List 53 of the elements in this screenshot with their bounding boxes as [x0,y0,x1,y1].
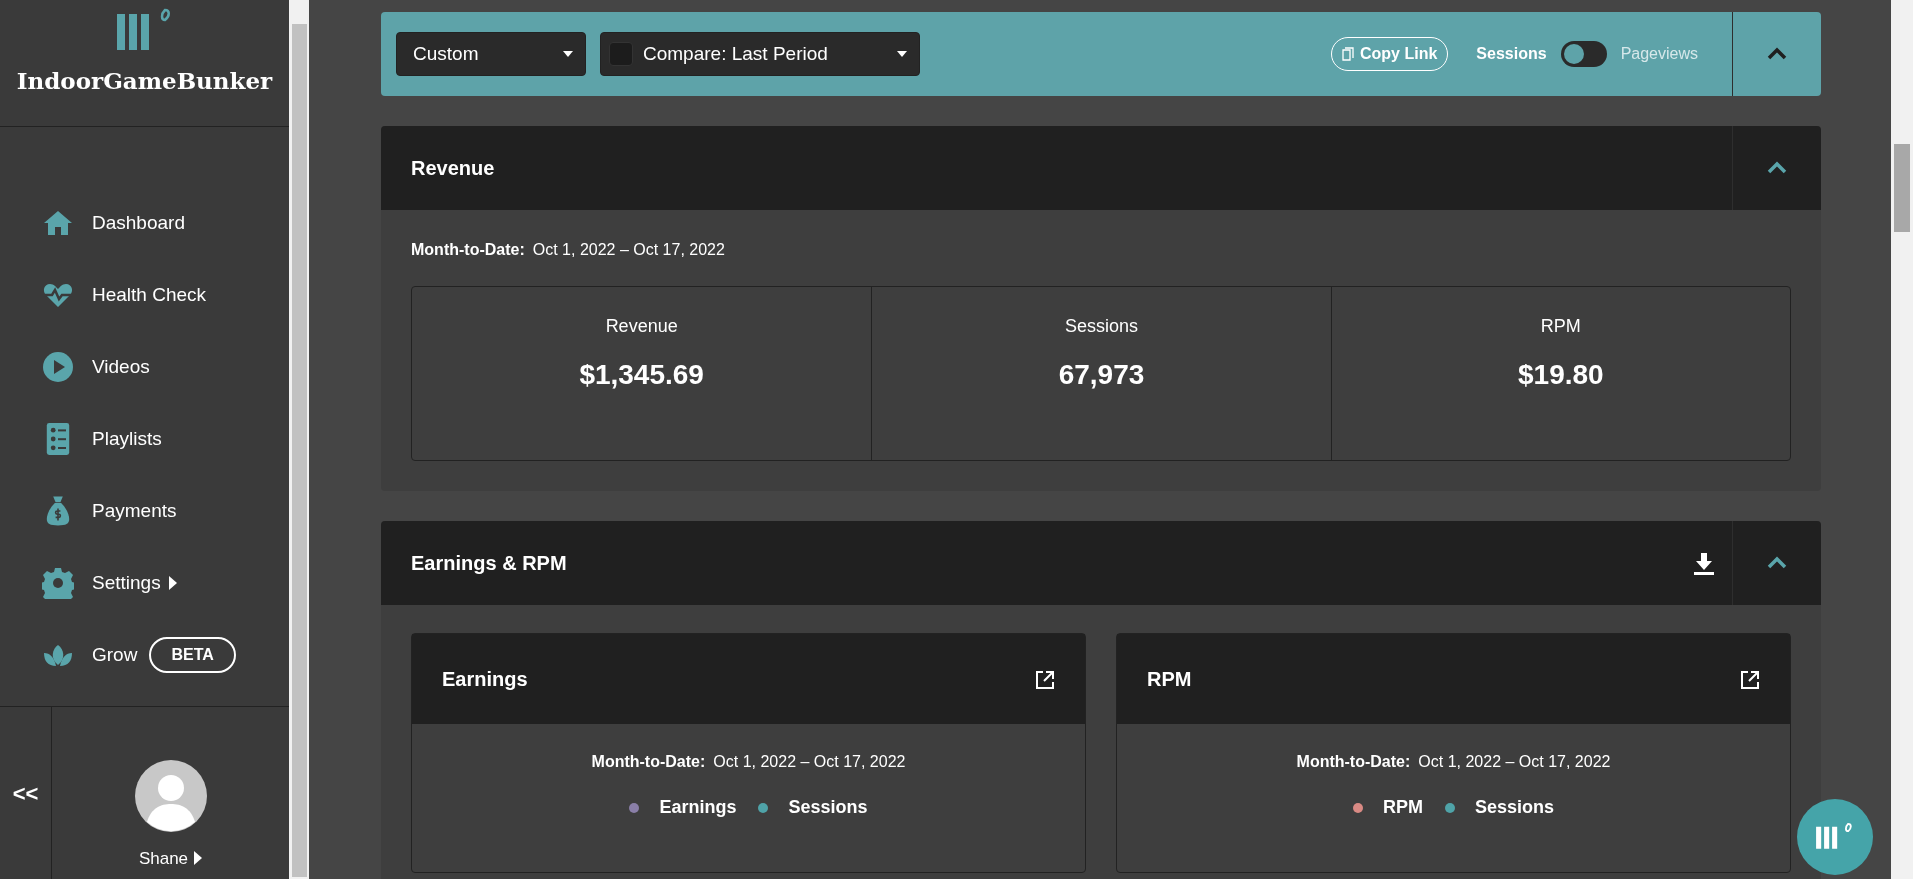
metric-label: Pageviews [1620,44,1698,64]
sidebar-item[interactable]: Grow BETA [0,619,289,691]
legend-label: Sessions [788,796,868,819]
collapse-button[interactable]: << [0,707,52,879]
scrollbar[interactable] [1891,0,1913,879]
sidebar-item[interactable]: Dashboard [0,187,289,259]
external-link-icon [1035,669,1055,690]
chevron-up-icon [1767,555,1787,571]
stat-label: RPM [1540,315,1581,338]
sidebar-item[interactable]: Settings [0,547,289,619]
beta-badge: BETA [149,637,236,673]
section-title: Revenue [411,156,495,181]
stat-label: Revenue [605,315,678,338]
scrollbar-thumb[interactable] [291,24,307,877]
caret-icon [897,51,907,57]
period-range: Oct 1, 2022 – Oct 17, 2022 [532,240,725,260]
card-title: Earnings [442,667,528,692]
metric-label: Sessions [1476,44,1547,64]
scrollbar[interactable] [289,0,309,879]
metric-toggle[interactable] [1560,41,1607,67]
period-label: Month-to-Date: [1296,752,1411,772]
caret-icon [194,851,203,866]
legend-label: Earnings [659,796,737,819]
section-title: Earnings & RPM [411,551,567,576]
avatar-icon [134,759,207,832]
play-icon [42,351,74,383]
period-label: Month-to-Date: [411,240,525,260]
stat-value: 67,973 [1058,358,1145,392]
card-title: RPM [1147,667,1192,692]
sidebar-item[interactable]: Videos [0,331,289,403]
range-dropdown[interactable]: Custom [396,32,586,76]
legend-label: Sessions [1474,796,1554,819]
brand-name: IndoorGameBunker [16,66,273,96]
scrollbar-thumb[interactable] [1894,144,1910,232]
chevron-up-icon [1767,160,1787,176]
legend-label: RPM [1382,796,1423,819]
stat-value: $1,345.69 [579,358,704,392]
period-range: Oct 1, 2022 – Oct 17, 2022 [1418,752,1611,772]
chevron-up-icon [1767,46,1787,62]
caret-icon [563,51,573,57]
period-range: Oct 1, 2022 – Oct 17, 2022 [713,752,906,772]
sidebar-item[interactable]: Payments [0,475,289,547]
compare-dropdown[interactable]: Compare: Last Period [600,32,920,76]
period-label: Month-to-Date: [591,752,706,772]
stat-value: $19.80 [1518,358,1604,392]
sidebar-item[interactable]: Health Check [0,259,289,331]
user-menu[interactable]: Shane [138,845,203,871]
download-icon [1694,552,1714,575]
stat-label: Sessions [1064,315,1138,338]
gear-icon [42,567,74,599]
external-link-icon [1740,669,1760,690]
copy-icon [1342,47,1354,61]
sidebar-item[interactable]: Playlists [0,403,289,475]
